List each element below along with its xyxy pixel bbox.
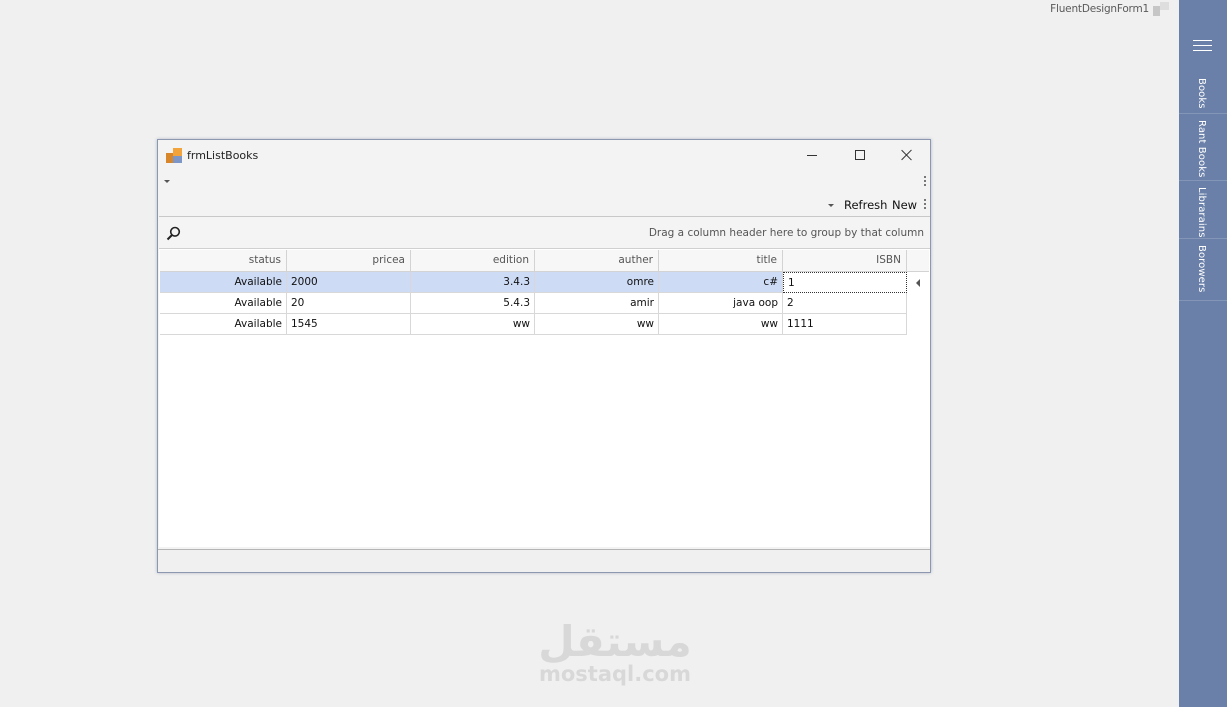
- toolbar-grip-icon[interactable]: [924, 199, 926, 211]
- cell-auther[interactable]: amir: [535, 293, 659, 314]
- hamburger-menu-icon[interactable]: [1193, 40, 1212, 54]
- column-header-isbn[interactable]: ISBN: [783, 250, 907, 272]
- app-icon: [1153, 2, 1169, 16]
- window-titlebar[interactable]: frmListBooks: [158, 140, 930, 170]
- minimize-button[interactable]: [788, 140, 836, 170]
- cell-title[interactable]: ww: [659, 314, 783, 335]
- cell-isbn[interactable]: 2: [783, 293, 907, 314]
- table-row[interactable]: Available 20 5.4.3 amir java oop 2: [160, 293, 907, 314]
- cell-status[interactable]: Available: [160, 272, 287, 293]
- window-title: frmListBooks: [187, 149, 259, 162]
- cell-pricea[interactable]: 20: [287, 293, 411, 314]
- cell-title[interactable]: java oop: [659, 293, 783, 314]
- sidebar-item-borowers[interactable]: Borowers: [1179, 239, 1227, 301]
- watermark-latin: mostaql.com: [539, 662, 691, 686]
- status-bar: [158, 549, 930, 572]
- refresh-button[interactable]: Refresh: [844, 198, 887, 212]
- grid-header-row: status pricea edition auther title ISBN: [160, 250, 929, 272]
- cell-edition[interactable]: 3.4.3: [411, 272, 535, 293]
- host-form-title: FluentDesignForm1: [1050, 2, 1169, 16]
- list-books-window: frmListBooks Refresh New Drag a column h…: [157, 139, 931, 573]
- sidebar-item-label: Books: [1196, 78, 1207, 109]
- column-header-status[interactable]: status: [160, 250, 287, 272]
- search-icon[interactable]: [166, 226, 181, 241]
- cell-isbn[interactable]: 1: [783, 272, 907, 293]
- cell-pricea[interactable]: 1545: [287, 314, 411, 335]
- table-row[interactable]: Available 1545 ww ww ww 1111: [160, 314, 907, 335]
- cell-status[interactable]: Available: [160, 293, 287, 314]
- group-by-hint: Drag a column header here to group by th…: [648, 227, 924, 239]
- column-header-title[interactable]: title: [659, 250, 783, 272]
- table-row[interactable]: Available 2000 3.4.3 omre c# 1: [160, 272, 907, 293]
- close-icon: [901, 149, 913, 161]
- column-header-auther[interactable]: auther: [535, 250, 659, 272]
- accordion-sidebar: Books Rant Books Librarains Borowers: [1179, 0, 1227, 707]
- menu-dropdown-arrow-icon[interactable]: [164, 180, 170, 183]
- cell-edition[interactable]: 5.4.3: [411, 293, 535, 314]
- watermark: مستقل mostaql.com: [520, 617, 710, 686]
- focused-row-indicator-icon: [916, 279, 920, 287]
- maximize-button[interactable]: [836, 140, 884, 170]
- sidebar-item-label: Librarains: [1196, 187, 1207, 238]
- row-indicator-header: [907, 250, 929, 272]
- sidebar-item-rant-books[interactable]: Rant Books: [1179, 114, 1227, 181]
- cell-pricea[interactable]: 2000: [287, 272, 411, 293]
- cell-auther[interactable]: omre: [535, 272, 659, 293]
- sidebar-item-label: Borowers: [1196, 245, 1207, 293]
- maximize-icon: [855, 150, 865, 160]
- cell-title[interactable]: c#: [659, 272, 783, 293]
- watermark-arabic: مستقل: [538, 617, 692, 666]
- books-grid: Drag a column header here to group by th…: [159, 216, 930, 547]
- close-button[interactable]: [883, 140, 931, 170]
- column-header-pricea[interactable]: pricea: [287, 250, 411, 272]
- new-button[interactable]: New: [892, 198, 917, 212]
- toolbar: Refresh New: [158, 194, 930, 216]
- grid-group-panel: Drag a column header here to group by th…: [159, 217, 930, 249]
- cell-edition[interactable]: ww: [411, 314, 535, 335]
- window-app-icon: [166, 148, 182, 163]
- cell-isbn[interactable]: 1111: [783, 314, 907, 335]
- sidebar-item-librarains[interactable]: Librarains: [1179, 181, 1227, 239]
- cell-auther[interactable]: ww: [535, 314, 659, 335]
- toolbar-dropdown-arrow-icon[interactable]: [828, 204, 834, 207]
- column-header-edition[interactable]: edition: [411, 250, 535, 272]
- minimize-icon: [807, 155, 817, 156]
- main-menu-bar: [158, 171, 930, 193]
- sidebar-item-books[interactable]: Books: [1179, 72, 1227, 114]
- sidebar-item-label: Rant Books: [1196, 120, 1207, 178]
- menu-grip-icon[interactable]: [924, 176, 926, 188]
- cell-status[interactable]: Available: [160, 314, 287, 335]
- host-form-title-text: FluentDesignForm1: [1050, 3, 1149, 15]
